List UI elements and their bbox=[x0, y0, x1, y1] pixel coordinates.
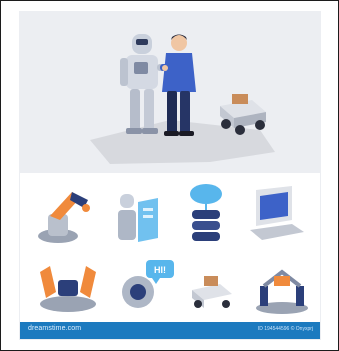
businessman-icon bbox=[160, 34, 196, 136]
rover-robot-icon bbox=[220, 94, 266, 135]
image-frame: HI! dreamstime.com ID 194544596 © Onyxpr… bbox=[0, 0, 339, 351]
icon-grid: HI! bbox=[20, 180, 320, 320]
delivery-rover-icon bbox=[192, 276, 232, 308]
gripper-arms-icon bbox=[256, 269, 308, 314]
stock-image-card: HI! dreamstime.com ID 194544596 © Onyxpr… bbox=[20, 12, 320, 339]
hero-illustration bbox=[20, 12, 320, 173]
speech-bubble-text: HI! bbox=[154, 265, 166, 275]
laptop-icon bbox=[250, 186, 304, 240]
watermark-footer: dreamstime.com ID 194544596 © Onyxprj bbox=[20, 322, 320, 339]
chat-robot-icon: HI! bbox=[122, 260, 174, 308]
cloud-server-icon bbox=[190, 184, 222, 241]
stock-id-text: ID 194544596 © Onyxprj bbox=[257, 326, 313, 332]
industrial-arm-icon bbox=[38, 192, 90, 243]
twin-arms-icon bbox=[40, 266, 96, 312]
brand-text: dreamstime.com bbox=[28, 325, 82, 332]
robot-hologram-icon bbox=[118, 194, 158, 242]
